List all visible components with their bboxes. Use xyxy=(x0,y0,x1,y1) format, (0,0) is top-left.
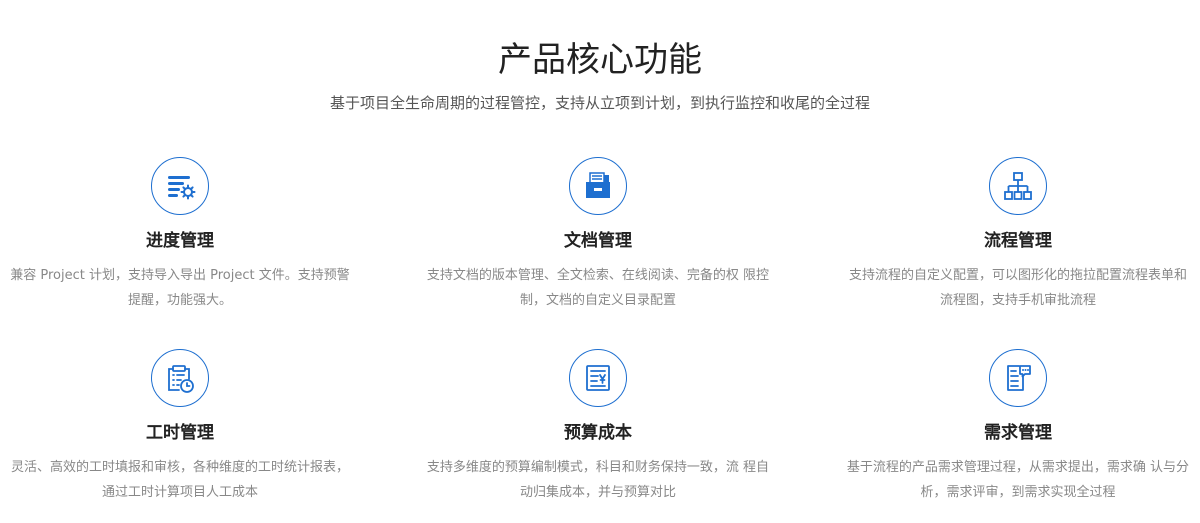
feature-workflow: 流程管理 支持流程的自定义配置，可以图形化的拖拉配置流程表单和流程图，支持手机审… xyxy=(838,157,1198,313)
feature-title: 文档管理 xyxy=(564,231,632,251)
page-title: 产品核心功能 xyxy=(498,40,702,80)
feature-title: 流程管理 xyxy=(984,231,1052,251)
progress-gear-icon xyxy=(168,176,196,200)
timesheet-clock-icon xyxy=(168,365,194,393)
feature-icon-circle xyxy=(151,157,209,215)
feature-description: 基于流程的产品需求管理过程，从需求提出，需求确 认与分析，需求评审，到需求实现全… xyxy=(846,460,1190,500)
feature-description: 兼容 Project 计划，支持导入导出 Project 文件。支持预警提醒，功… xyxy=(10,268,350,308)
feature-description: 支持多维度的预算编制模式，科目和财务保持一致，流 程自动归集成本，并与预算对比 xyxy=(426,460,770,500)
flowchart-icon xyxy=(1004,172,1032,200)
feature-title: 预算成本 xyxy=(564,423,632,443)
feature-icon-circle xyxy=(569,157,627,215)
feature-progress: 进度管理 兼容 Project 计划，支持导入导出 Project 文件。支持预… xyxy=(0,157,360,313)
feature-icon-circle xyxy=(569,349,627,407)
feature-title: 工时管理 xyxy=(146,423,214,443)
budget-yen-icon xyxy=(586,365,610,391)
feature-budget: 预算成本 支持多维度的预算编制模式，科目和财务保持一致，流 程自动归集成本，并与… xyxy=(418,349,778,505)
feature-description: 支持流程的自定义配置，可以图形化的拖拉配置流程表单和流程图，支持手机审批流程 xyxy=(848,268,1187,308)
requirement-chat-icon xyxy=(1007,365,1031,391)
feature-timesheet: 工时管理 灵活、高效的工时填报和审核，各种维度的工时统计报表， 通过工时计算项目… xyxy=(0,349,360,505)
document-folder-icon xyxy=(586,172,610,198)
feature-description: 灵活、高效的工时填报和审核，各种维度的工时统计报表， 通过工时计算项目人工成本 xyxy=(10,460,349,500)
page-subtitle: 基于项目全生命周期的过程管控，支持从立项到计划，到执行监控和收尾的全过程 xyxy=(329,94,870,112)
feature-document: 文档管理 支持文档的版本管理、全文检索、在线阅读、完备的权 限控制，文档的自定义… xyxy=(418,157,778,313)
feature-description: 支持文档的版本管理、全文检索、在线阅读、完备的权 限控制，文档的自定义目录配置 xyxy=(426,268,770,308)
feature-icon-circle xyxy=(151,349,209,407)
feature-title: 需求管理 xyxy=(984,423,1052,443)
feature-icon-circle xyxy=(989,157,1047,215)
feature-icon-circle xyxy=(989,349,1047,407)
feature-title: 进度管理 xyxy=(146,231,214,251)
feature-requirement: 需求管理 基于流程的产品需求管理过程，从需求提出，需求确 认与分析，需求评审，到… xyxy=(838,349,1198,505)
